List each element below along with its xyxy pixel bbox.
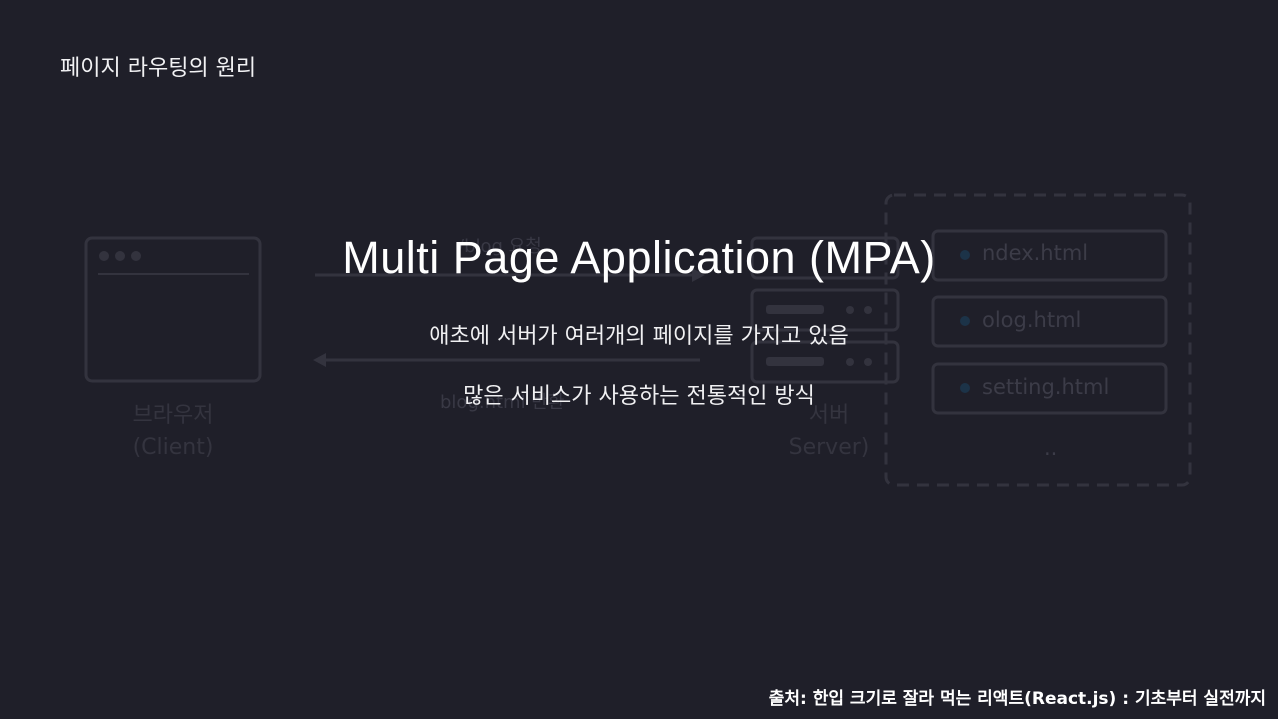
response-arrow (313, 353, 700, 367)
server-sublabel: Server) (788, 435, 870, 460)
file-more-ellipsis: .. (1044, 436, 1058, 460)
slide: 페이지 라우팅의 원리 브라우저 (Client) /blog 요청 blog.… (0, 0, 1278, 719)
client-sublabel: (Client) (132, 435, 214, 460)
source-credit: 출처: 한입 크기로 잘라 먹는 리액트(React.js) : 기초부터 실전… (768, 689, 1266, 709)
background-diagram (84, 193, 1192, 487)
headline: Multi Page Application (MPA) (342, 232, 936, 283)
description-line-1: 애초에 서버가 여러개의 페이지를 가지고 있음 (429, 324, 849, 349)
description-line-2: 많은 서비스가 사용하는 전통적인 방식 (463, 384, 815, 409)
page-title: 페이지 라우팅의 원리 (60, 56, 257, 81)
